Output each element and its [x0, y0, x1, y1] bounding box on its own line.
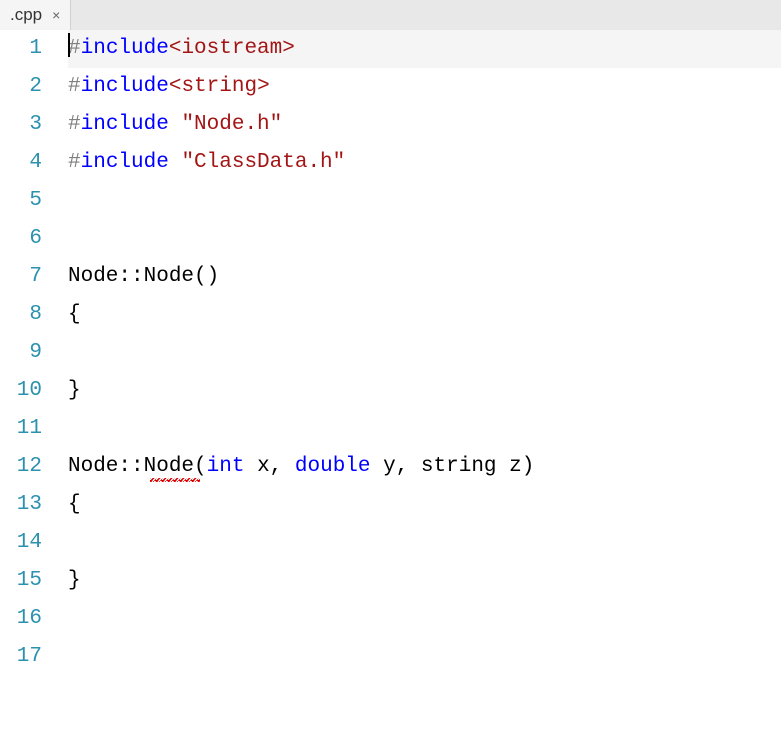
token-header: string — [181, 75, 257, 98]
line-number: 1 — [10, 30, 42, 68]
token-hash: # — [68, 75, 81, 98]
line-number: 8 — [10, 296, 42, 334]
line-number: 17 — [10, 638, 42, 676]
tab-active[interactable]: .cpp × — [0, 0, 71, 30]
code-line[interactable]: #include "Node.h" — [68, 106, 781, 144]
error-squiggle-icon — [150, 478, 200, 482]
code-line[interactable] — [68, 638, 781, 676]
tab-bar: .cpp × — [0, 0, 781, 30]
code-line[interactable]: Node::Node(int x, double y, string z) — [68, 448, 781, 486]
line-number: 2 — [10, 68, 42, 106]
line-number: 11 — [10, 410, 42, 448]
token-space — [169, 113, 182, 136]
token-angle: > — [257, 75, 270, 98]
token-keyword: double — [295, 455, 371, 478]
token-string: "ClassData.h" — [181, 151, 345, 174]
code-line[interactable] — [68, 524, 781, 562]
token-text: y, string z) — [371, 455, 535, 478]
editor-area: 1 2 3 4 5 6 7 8 9 10 11 12 13 14 15 16 1… — [0, 30, 781, 676]
token-text: Node — [144, 455, 194, 478]
line-number: 7 — [10, 258, 42, 296]
token-space — [169, 151, 182, 174]
line-number: 4 — [10, 144, 42, 182]
code-line[interactable] — [68, 182, 781, 220]
line-number: 16 — [10, 600, 42, 638]
line-number: 13 — [10, 486, 42, 524]
code-line[interactable]: { — [68, 296, 781, 334]
line-number-gutter: 1 2 3 4 5 6 7 8 9 10 11 12 13 14 15 16 1… — [0, 30, 60, 676]
token-keyword: int — [207, 455, 245, 478]
token-text: Node:: — [68, 455, 144, 478]
close-icon[interactable]: × — [50, 6, 62, 24]
token-hash: # — [68, 151, 81, 174]
code-line[interactable] — [68, 334, 781, 372]
token-text: } — [68, 569, 81, 592]
line-number: 10 — [10, 372, 42, 410]
tab-filename: .cpp — [10, 5, 42, 25]
code-content[interactable]: #include<iostream> #include<string> #inc… — [60, 30, 781, 676]
token-keyword: include — [81, 37, 169, 60]
line-number: 12 — [10, 448, 42, 486]
code-line[interactable]: #include "ClassData.h" — [68, 144, 781, 182]
token-text: Node::Node() — [68, 265, 219, 288]
line-number: 15 — [10, 562, 42, 600]
code-line[interactable] — [68, 600, 781, 638]
token-text: { — [68, 303, 81, 326]
line-number: 6 — [10, 220, 42, 258]
code-line[interactable]: Node::Node() — [68, 258, 781, 296]
code-line[interactable]: { — [68, 486, 781, 524]
line-number: 5 — [10, 182, 42, 220]
cursor-icon — [68, 33, 70, 57]
token-text: { — [68, 493, 81, 516]
code-line[interactable] — [68, 410, 781, 448]
token-text: } — [68, 379, 81, 402]
line-number: 9 — [10, 334, 42, 372]
token-keyword: include — [81, 113, 169, 136]
token-keyword: include — [81, 151, 169, 174]
token-angle: < — [169, 75, 182, 98]
code-line[interactable]: #include<iostream> — [68, 30, 781, 68]
token-string: "Node.h" — [181, 113, 282, 136]
code-line[interactable]: } — [68, 372, 781, 410]
token-keyword: include — [81, 75, 169, 98]
token-angle: < — [169, 37, 182, 60]
token-text: x, — [244, 455, 294, 478]
code-line[interactable]: } — [68, 562, 781, 600]
code-line[interactable] — [68, 220, 781, 258]
token-header: iostream — [181, 37, 282, 60]
line-number: 3 — [10, 106, 42, 144]
line-number: 14 — [10, 524, 42, 562]
token-hash: # — [68, 113, 81, 136]
token-angle: > — [282, 37, 295, 60]
code-line[interactable]: #include<string> — [68, 68, 781, 106]
token-text: ( — [194, 455, 207, 478]
